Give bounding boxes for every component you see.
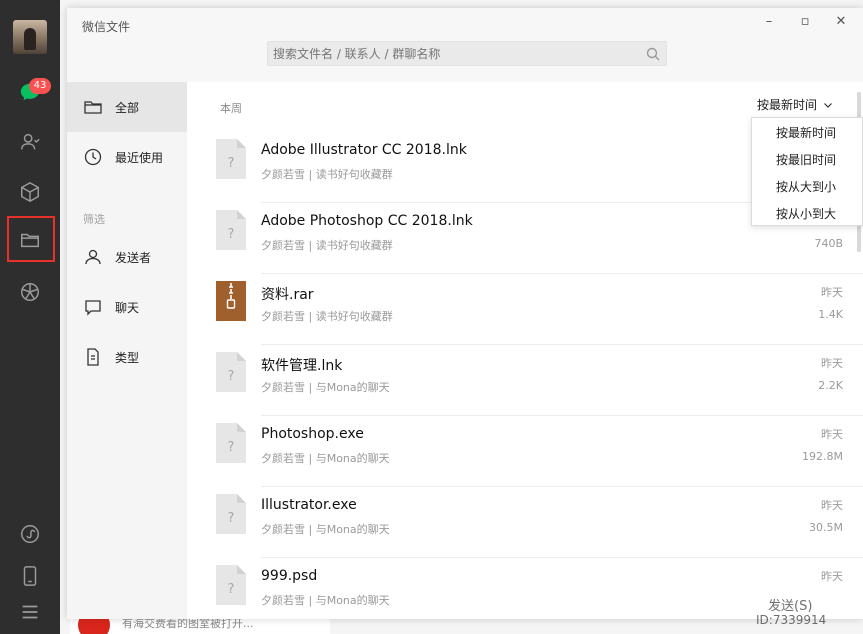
nav-item-label: 发送者 [115,250,152,265]
file-date: 昨天 [821,357,843,370]
send-button-text: 发送(S) [768,599,813,614]
clock-icon [84,148,102,166]
window-controls: – ▫ ✕ [761,14,849,29]
file-row[interactable]: 资料.rar 夕颜若雪 | 读书好句收藏群 昨天 1.4K [187,274,863,345]
dialog-header: 微信文件 – ▫ ✕ [67,8,863,82]
sort-dropdown-button[interactable]: 按最新时间 [757,96,833,113]
file-name: 软件管理.lnk [261,358,343,374]
file-size: 1.4K [818,308,843,321]
mini-program-icon[interactable] [16,520,44,548]
file-date: 昨天 [821,286,843,299]
nav-filter-type[interactable]: 类型 [67,332,187,382]
file-date: 昨天 [821,570,843,583]
file-meta: 夕颜若雪 | 读书好句收藏群 [261,310,393,323]
chat-bubble-icon [85,300,101,316]
unknown-file-icon: ? [216,423,246,463]
files-dialog: 微信文件 – ▫ ✕ 全部 最近使用 筛选 发送者 聊天 [67,8,863,619]
sort-menu: 按最新时间 按最旧时间 按从大到小 按从小到大 [751,117,863,226]
filter-section-label: 筛选 [83,213,105,226]
file-meta: 夕颜若雪 | 与Mona的聊天 [261,381,390,394]
file-row[interactable]: ? Photoshop.exe 夕颜若雪 | 与Mona的聊天 昨天 192.8M [187,416,863,487]
phone-icon[interactable] [16,562,44,590]
svg-text:?: ? [228,511,235,526]
sort-option-newest[interactable]: 按最新时间 [752,120,862,147]
contacts-icon[interactable] [16,128,44,156]
unread-badge: 43 [29,78,51,94]
maximize-icon[interactable]: ▫ [797,14,813,29]
group-label: 本周 [220,102,242,115]
search-icon[interactable] [645,46,661,62]
svg-text:?: ? [228,156,235,171]
document-icon [87,348,99,366]
search-input[interactable] [267,41,667,66]
file-row[interactable]: ? 999.psd 夕颜若雪 | 与Mona的聊天 昨天 [187,558,863,619]
svg-text:?: ? [228,440,235,455]
nav-item-label: 全部 [115,100,140,115]
file-name: 999.psd [261,568,318,584]
svg-text:?: ? [228,582,235,597]
nav-item-label: 聊天 [115,300,140,315]
filter-nav: 全部 最近使用 筛选 发送者 聊天 类型 [67,82,187,619]
svg-text:?: ? [228,369,235,384]
file-row[interactable]: ? 软件管理.lnk 夕颜若雪 | 与Mona的聊天 昨天 2.2K [187,345,863,416]
svg-text:?: ? [228,227,235,242]
chevron-down-icon [824,102,832,108]
file-name: Illustrator.exe [261,497,357,513]
nav-item-label: 类型 [115,350,140,365]
sort-option-oldest[interactable]: 按最旧时间 [752,147,862,174]
file-size: 2.2K [818,379,843,392]
unknown-file-icon: ? [216,565,246,605]
file-row[interactable]: ? Illustrator.exe 夕颜若雪 | 与Mona的聊天 昨天 30.5M [187,487,863,558]
file-meta: 夕颜若雪 | 与Mona的聊天 [261,594,390,607]
nav-item-label: 最近使用 [115,150,164,165]
file-size: 30.5M [809,521,843,534]
minimize-icon[interactable]: – [761,14,777,29]
file-name: Adobe Photoshop CC 2018.lnk [261,213,473,229]
unknown-file-icon: ? [216,139,246,179]
unknown-file-icon: ? [216,210,246,250]
watermark-id: ID:7339914 [756,613,827,627]
close-icon[interactable]: ✕ [833,14,849,29]
dialog-title: 微信文件 [82,20,131,34]
file-meta: 夕颜若雪 | 读书好句收藏群 [261,239,393,252]
moments-aperture-icon[interactable] [16,278,44,306]
archive-file-icon [216,281,246,321]
file-meta: 夕颜若雪 | 读书好句收藏群 [261,168,393,181]
favorites-cube-icon[interactable] [16,178,44,206]
nav-item-all[interactable]: 全部 [67,82,187,132]
file-date: 昨天 [821,499,843,512]
file-size: 192.8M [802,450,843,463]
app-sidebar: 43 [0,0,60,634]
nav-filter-chat[interactable]: 聊天 [67,282,187,332]
nav-filter-sender[interactable]: 发送者 [67,232,187,282]
sort-label: 按最新时间 [757,98,818,112]
sort-option-smallest[interactable]: 按从小到大 [752,201,862,228]
unknown-file-icon: ? [216,352,246,392]
files-highlight-box [7,216,55,262]
file-size: 740B [814,237,843,250]
file-name: Adobe Illustrator CC 2018.lnk [261,142,467,158]
unknown-file-icon: ? [216,494,246,534]
person-icon [85,249,101,265]
avatar[interactable] [13,20,47,54]
menu-icon[interactable] [16,598,44,626]
file-meta: 夕颜若雪 | 与Mona的聊天 [261,452,390,465]
file-name: 资料.rar [261,287,314,303]
sort-option-largest[interactable]: 按从大到小 [752,174,862,201]
nav-item-recent[interactable]: 最近使用 [67,132,187,182]
file-date: 昨天 [821,428,843,441]
file-name: Photoshop.exe [261,426,364,442]
folder-icon [84,101,102,114]
file-meta: 夕颜若雪 | 与Mona的聊天 [261,523,390,536]
